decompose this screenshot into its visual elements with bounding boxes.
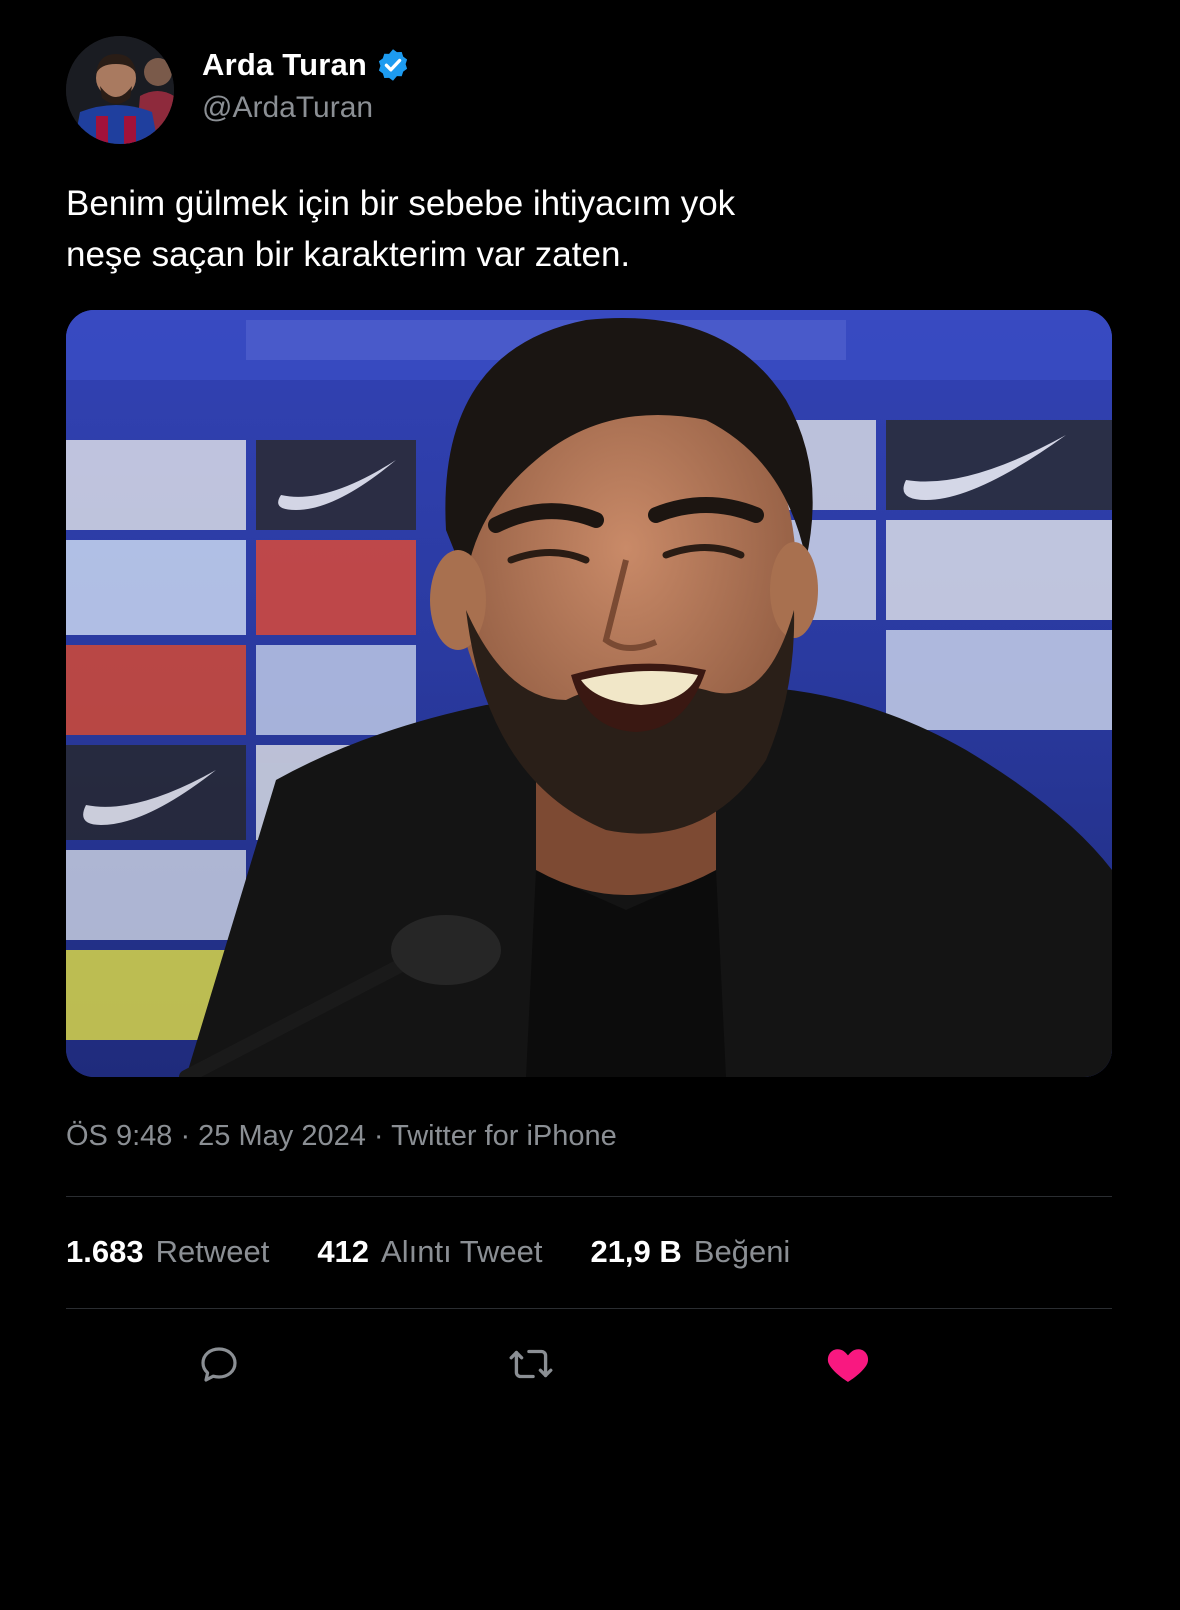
verified-badge-icon [378, 49, 408, 81]
retweet-count-label: Retweet [155, 1234, 270, 1269]
like-count-label: Beğeni [693, 1234, 791, 1269]
heart-icon [827, 1349, 869, 1382]
user-handle[interactable]: @ArdaTuran [202, 91, 411, 125]
quote-count-value: 412 [317, 1234, 370, 1269]
tweet-text: Benim gülmek için bir sebebe ihtiyacım y… [66, 184, 736, 274]
reply-button[interactable] [193, 1338, 245, 1390]
like-count-value: 21,9 B [590, 1234, 682, 1269]
tweet-header: Arda Turan @ArdaTuran [66, 36, 411, 144]
divider [66, 1308, 1112, 1309]
press-conference-photo [66, 310, 1112, 1077]
tweet-stats: 1.683 Retweet 412 Alıntı Tweet 21,9 B Be… [66, 1234, 838, 1270]
divider [66, 1196, 1112, 1197]
like-button[interactable] [822, 1338, 874, 1390]
retweet-button[interactable] [505, 1338, 557, 1390]
display-name[interactable]: Arda Turan [202, 47, 367, 83]
tweet-media-photo[interactable] [66, 310, 1112, 1077]
tweet-timestamp-source: ÖS 9:48 · 25 May 2024 · Twitter for iPho… [66, 1120, 617, 1152]
like-count[interactable]: 21,9 B Beğeni [590, 1234, 790, 1270]
quote-count-label: Alıntı Tweet [381, 1234, 543, 1269]
retweet-count-value: 1.683 [66, 1234, 144, 1269]
quote-tweet-count[interactable]: 412 Alıntı Tweet [317, 1234, 542, 1270]
avatar[interactable] [66, 36, 174, 144]
avatar-image [66, 36, 174, 144]
reply-icon [201, 1347, 237, 1382]
retweet-icon [509, 1349, 553, 1379]
retweet-count[interactable]: 1.683 Retweet [66, 1234, 269, 1270]
